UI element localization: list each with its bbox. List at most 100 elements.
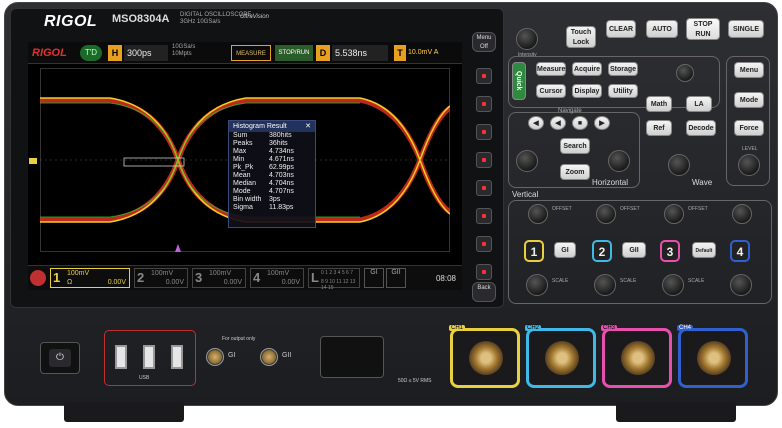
default-button[interactable]: Default: [692, 242, 716, 258]
gen1-output-bnc[interactable]: [206, 348, 224, 366]
histogram-result-panel[interactable]: Histogram Result ✕ Sum 380hits Peaks 36hits…: [228, 120, 316, 228]
display-screen[interactable]: RIGOL T'D H 300ps 10GSa/s 10Mpts MEASURE …: [28, 42, 462, 290]
trigger-menu-button[interactable]: Menu: [734, 62, 764, 78]
zoom-button[interactable]: Zoom: [560, 164, 590, 180]
g2-status[interactable]: GII: [386, 268, 406, 288]
trigger-label[interactable]: T: [394, 45, 406, 61]
softkey-4[interactable]: [476, 152, 492, 168]
navigate-label: Navigate: [558, 108, 582, 114]
run-mode-badge: T'D: [80, 45, 102, 61]
single-button[interactable]: SINGLE: [728, 20, 764, 38]
gen2-output-bnc[interactable]: [260, 348, 278, 366]
force-button[interactable]: Force: [734, 120, 764, 136]
trigger-level-knob[interactable]: [738, 154, 760, 176]
g1-button[interactable]: GI: [554, 242, 576, 258]
ch4-offset-knob[interactable]: [732, 204, 752, 224]
acquire-button[interactable]: Acquire: [572, 62, 602, 76]
ch4-input-port[interactable]: CH4: [677, 325, 748, 388]
prev-button[interactable]: ◀: [550, 116, 566, 130]
histogram-row: Sigma 11.83ps: [233, 204, 294, 211]
ref-button[interactable]: Ref: [646, 120, 672, 136]
softkey-8[interactable]: [476, 264, 492, 280]
ch1-offset-knob[interactable]: [528, 204, 548, 224]
ch3-bnc-connector[interactable]: [621, 341, 655, 375]
search-button[interactable]: Search: [560, 138, 590, 154]
ch2-button[interactable]: 2: [592, 240, 612, 262]
back-button[interactable]: Back: [472, 282, 496, 302]
left-foot: [64, 402, 184, 422]
measure-button[interactable]: Measure: [536, 62, 566, 76]
clear-button[interactable]: CLEAR: [606, 20, 636, 38]
front-lower-panel: ⏻ USB GI GII For output only 50Ω ≤ 5V RM…: [4, 320, 778, 400]
delay-label[interactable]: D: [316, 45, 330, 61]
ch4-status[interactable]: 4 100mV 0.00V: [250, 268, 304, 288]
trigger-value[interactable]: 10.0mV A: [408, 45, 458, 61]
stop-button[interactable]: ■: [572, 116, 588, 130]
stop-run-shortcut[interactable]: STOP/RUN: [275, 45, 313, 61]
brand-logo: RIGOL: [44, 13, 98, 30]
trigger-mode-button[interactable]: Mode: [734, 92, 764, 108]
softkey-3[interactable]: [476, 124, 492, 140]
decode-button[interactable]: Decode: [686, 120, 716, 136]
multipurpose-knob[interactable]: [676, 64, 694, 82]
ch1-offset-marker[interactable]: [29, 158, 37, 164]
home-icon[interactable]: [30, 270, 46, 286]
horizontal-position-knob[interactable]: [516, 150, 538, 172]
quick-button[interactable]: Quick: [512, 62, 526, 100]
storage-button[interactable]: Storage: [608, 62, 638, 76]
usb-port-1[interactable]: [115, 345, 127, 369]
stop-run-button[interactable]: STOP RUN: [686, 18, 720, 40]
g1-status[interactable]: GI: [364, 268, 384, 288]
menu-off-button[interactable]: Menu Off: [472, 32, 496, 52]
ch2-input-port[interactable]: CH2: [525, 325, 596, 388]
scale-label: SCALE: [552, 278, 569, 284]
softkey-1[interactable]: [476, 68, 492, 84]
ch3-scale-knob[interactable]: [662, 274, 684, 296]
delay-value[interactable]: 5.538ns: [332, 45, 388, 61]
softkey-2[interactable]: [476, 96, 492, 112]
utility-button[interactable]: Utility: [608, 84, 638, 98]
ch3-status[interactable]: 3 100mV 0.00V: [192, 268, 246, 288]
control-panel: Intensity Touch Lock CLEAR AUTO STOP RUN…: [508, 8, 774, 308]
ch3-button[interactable]: 3: [660, 240, 680, 262]
ch1-bnc-connector[interactable]: [469, 341, 503, 375]
horizontal-scale-knob[interactable]: [608, 150, 630, 172]
touch-lock-button[interactable]: Touch Lock: [566, 26, 596, 48]
ch4-button[interactable]: 4: [730, 240, 750, 262]
timebase-value[interactable]: 300ps: [124, 45, 168, 61]
intensity-knob[interactable]: [516, 28, 538, 50]
ch4-scale-knob[interactable]: [730, 274, 752, 296]
cursor-button[interactable]: Cursor: [536, 84, 566, 98]
softkey-5[interactable]: [476, 180, 492, 196]
auto-button[interactable]: AUTO: [646, 20, 678, 38]
softkey-6[interactable]: [476, 208, 492, 224]
ch1-button[interactable]: 1: [524, 240, 544, 262]
math-button[interactable]: Math: [646, 96, 672, 112]
horizontal-label[interactable]: H: [108, 45, 122, 61]
power-button[interactable]: ⏻: [49, 349, 71, 367]
logic-status[interactable]: L 0 1 2 3 4 5 6 7 8 9 10 11 12 13 14 15: [308, 268, 360, 290]
softkey-7[interactable]: [476, 236, 492, 252]
g2-button[interactable]: GII: [622, 242, 646, 258]
rewind-button[interactable]: ◀: [528, 116, 544, 130]
ch2-offset-knob[interactable]: [596, 204, 616, 224]
ch1-scale-knob[interactable]: [526, 274, 548, 296]
ch2-status[interactable]: 2 100mV 0.00V: [134, 268, 188, 288]
wave-knob[interactable]: [668, 154, 690, 176]
measure-shortcut[interactable]: MEASURE: [231, 45, 271, 61]
display-button[interactable]: Display: [572, 84, 602, 98]
ch4-bnc-connector[interactable]: [697, 341, 731, 375]
play-button[interactable]: ▶: [594, 116, 610, 130]
ch2-scale-knob[interactable]: [594, 274, 616, 296]
ch3-offset-knob[interactable]: [664, 204, 684, 224]
ch1-input-port[interactable]: CH1: [449, 325, 520, 388]
usb-port-2[interactable]: [143, 345, 155, 369]
la-button[interactable]: LA: [686, 96, 712, 112]
ch2-bnc-connector[interactable]: [545, 341, 579, 375]
ch3-input-port[interactable]: CH3: [601, 325, 672, 388]
usb-port-3[interactable]: [171, 345, 183, 369]
scale-label: SCALE: [688, 278, 705, 284]
close-icon[interactable]: ✕: [305, 121, 311, 132]
probe-compensation-port[interactable]: [320, 336, 384, 378]
ch1-status[interactable]: 1 100mV Ω 0.00V: [50, 268, 130, 288]
